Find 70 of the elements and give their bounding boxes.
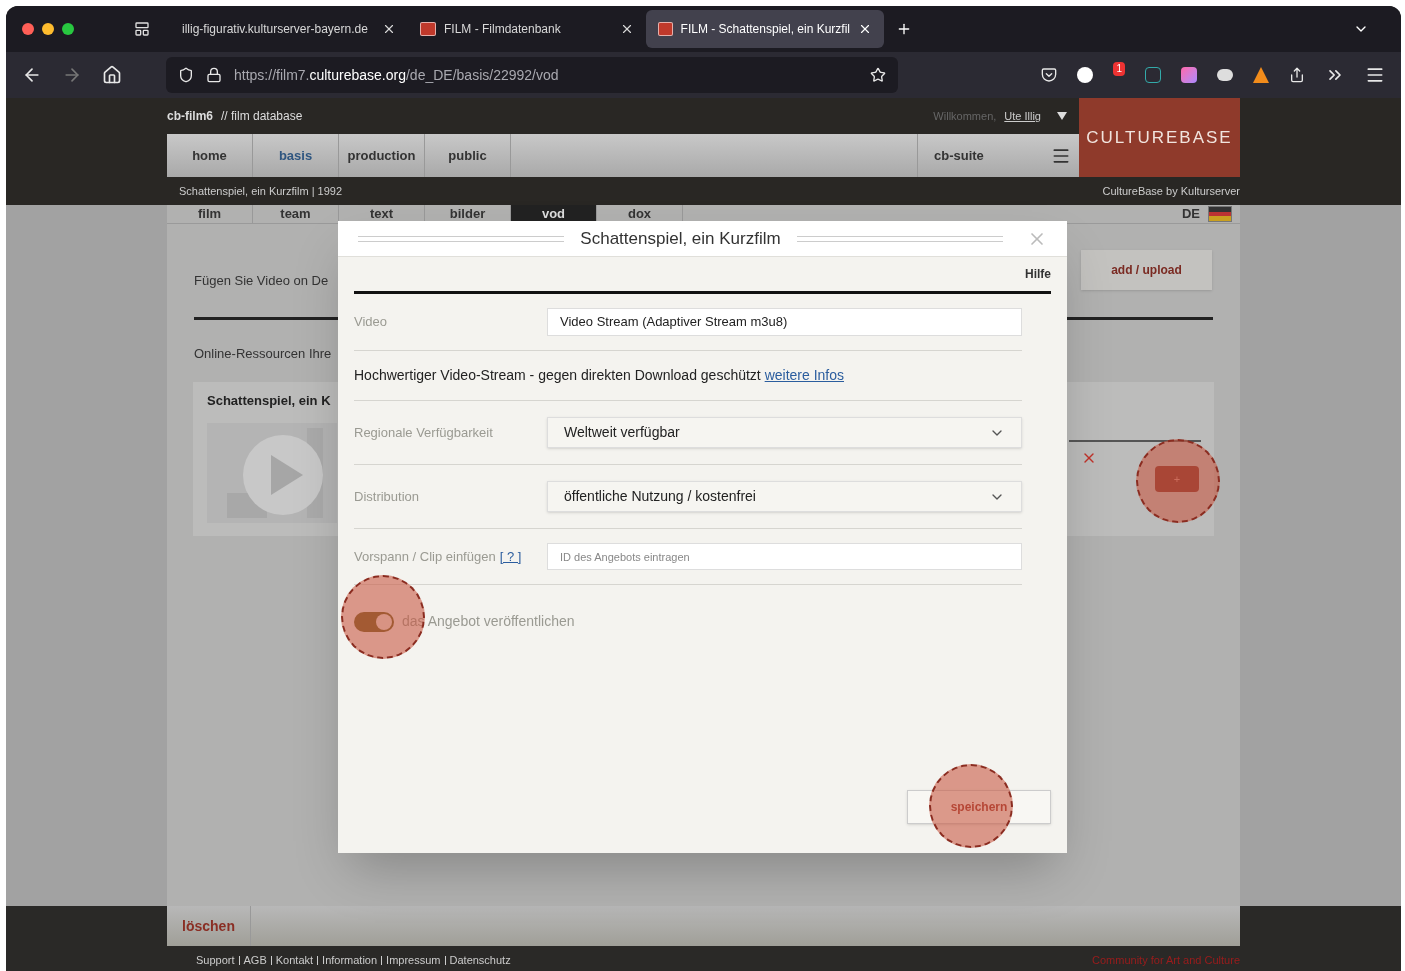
- menu-icon[interactable]: [1365, 65, 1385, 85]
- browser-tab[interactable]: FILM - Filmdatenbank: [408, 10, 646, 48]
- footer-link[interactable]: Datenschutz: [449, 951, 511, 969]
- new-tab-icon[interactable]: [896, 21, 912, 37]
- site-tagline: // film database: [221, 108, 303, 125]
- publish-toggle[interactable]: [354, 611, 394, 632]
- close-tab-icon[interactable]: [620, 22, 634, 36]
- clip-id-field[interactable]: ID des Angebots eintragen: [547, 543, 1022, 570]
- tab-title: FILM - Filmdatenbank: [444, 21, 561, 38]
- select-field[interactable]: Weltweit verfügbar: [547, 417, 1022, 448]
- field-label: Distribution: [354, 487, 421, 506]
- close-tab-icon[interactable]: [382, 22, 396, 36]
- site-brand: cb-film6: [167, 108, 213, 125]
- modal-title: Schattenspiel, ein Kurzfilm: [580, 227, 781, 250]
- nav-tab[interactable]: home: [167, 134, 253, 177]
- pocket-icon[interactable]: [1041, 67, 1058, 83]
- select-field[interactable]: öffentliche Nutzung / kostenfrei: [547, 481, 1022, 512]
- language-label[interactable]: DE: [1181, 204, 1200, 224]
- site-logo-icon: [420, 22, 436, 36]
- field-label: Video: [354, 313, 388, 332]
- help-link[interactable]: Hilfe: [1025, 265, 1051, 283]
- lock-icon: [206, 67, 222, 83]
- shield-icon: [178, 67, 194, 83]
- browser-tab[interactable]: illig-figurativ.kulturserver-bayern.de: [170, 10, 408, 48]
- extension-icon[interactable]: [1077, 67, 1094, 83]
- delete-button[interactable]: löschen: [167, 906, 251, 946]
- welcome-text: Willkommen,: [933, 108, 997, 124]
- home-icon[interactable]: [102, 65, 122, 85]
- card-title: Schattenspiel, ein K: [207, 392, 332, 410]
- address-bar[interactable]: https://film7.culturebase.org/de_DE/basis/22992/vod: [166, 57, 898, 93]
- close-window-icon[interactable]: [22, 23, 34, 35]
- description-text: Hochwertiger Video-Stream - gegen direkten Download geschützt weitere Infos: [354, 366, 845, 385]
- site-logo-icon: [658, 22, 673, 36]
- section-tab[interactable]: film: [167, 205, 253, 223]
- byline: CultureBase by Kulturserver: [1102, 183, 1240, 199]
- footer-link[interactable]: Kontakt: [275, 951, 314, 969]
- german-flag-icon[interactable]: [1208, 206, 1232, 222]
- share-icon[interactable]: [1289, 67, 1305, 83]
- zoom-window-icon[interactable]: [62, 23, 74, 35]
- field-label: Regionale Verfügbarkeit: [354, 423, 494, 442]
- field-label: Vorspann / Clip einfügen: [354, 547, 496, 566]
- site-logo: CULTUREBASE: [1086, 126, 1233, 149]
- close-tab-icon[interactable]: [858, 22, 872, 36]
- nav-tab[interactable]: production: [339, 134, 425, 177]
- extension-icon[interactable]: [1217, 69, 1233, 81]
- breadcrumb: Schattenspiel, ein Kurzfilm | 1992: [179, 183, 343, 199]
- user-link[interactable]: Ute Illig: [1004, 107, 1041, 125]
- footer-slogan: Community for Art and Culture: [1092, 952, 1240, 968]
- help-link[interactable]: [ ? ]: [499, 546, 522, 567]
- footer-link[interactable]: AGB: [243, 951, 267, 969]
- logo-block[interactable]: CULTUREBASE: [1079, 98, 1240, 177]
- intro-text: Fügen Sie Video on De: [194, 272, 329, 290]
- resources-text: Online-Ressourcen Ihre: [194, 344, 332, 363]
- tab-overview-icon[interactable]: [134, 21, 150, 37]
- footer-link[interactable]: Impressum: [386, 951, 441, 969]
- minimize-window-icon[interactable]: [42, 23, 54, 35]
- bookmark-star-icon[interactable]: [870, 67, 886, 83]
- nav-tab[interactable]: basis: [253, 134, 339, 177]
- footer-link[interactable]: Information: [322, 951, 378, 969]
- video-field[interactable]: Video Stream (Adaptiver Stream m3u8): [547, 308, 1022, 336]
- footer-link[interactable]: Support: [196, 951, 235, 969]
- user-menu-icon[interactable]: [1057, 112, 1067, 120]
- add-upload-button[interactable]: add / upload: [1081, 250, 1212, 290]
- nav-tab[interactable]: public: [425, 134, 511, 177]
- extension-badge[interactable]: 1: [1113, 62, 1125, 76]
- browser-tab[interactable]: FILM - Schattenspiel, ein Kurzfil: [646, 10, 884, 48]
- tab-title: FILM - Schattenspiel, ein Kurzfil: [680, 21, 850, 38]
- tab-title: illig-figurativ.kulturserver-bayern.de: [182, 21, 368, 38]
- more-info-link[interactable]: weitere Infos: [764, 367, 844, 383]
- url-text: https://film7.culturebase.org/de_DE/basis/22992/vod: [234, 65, 559, 85]
